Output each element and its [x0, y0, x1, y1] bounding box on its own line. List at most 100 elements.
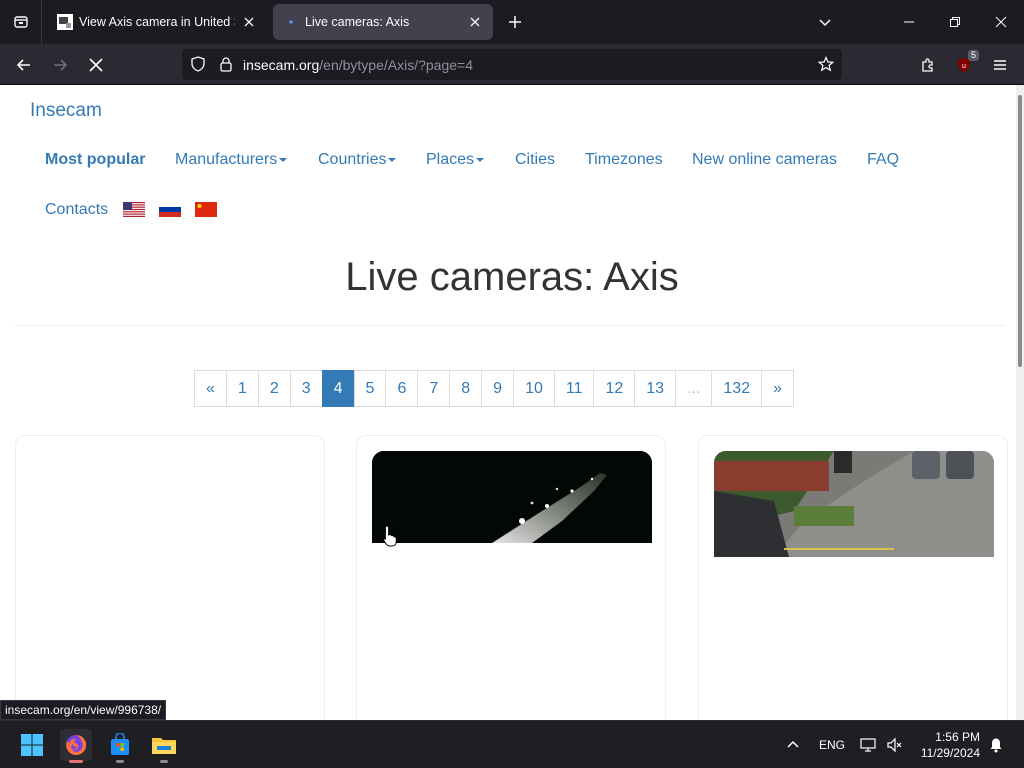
extensions-button[interactable] [913, 50, 943, 80]
list-all-tabs-button[interactable] [802, 0, 848, 44]
page-12[interactable]: 12 [593, 370, 636, 407]
windows-logo-icon [21, 734, 43, 756]
page-6[interactable]: 6 [385, 370, 419, 407]
caret-down-icon [388, 157, 397, 162]
camera-favicon-icon [57, 14, 73, 30]
page-1[interactable]: 1 [225, 370, 259, 407]
china-flag-icon[interactable] [195, 202, 217, 217]
input-language-indicator[interactable]: ENG [819, 729, 845, 761]
nav-new-online-cameras[interactable]: New online cameras [692, 151, 837, 169]
camera-card[interactable] [15, 435, 325, 720]
start-button[interactable] [16, 729, 48, 761]
nav-most-popular[interactable]: Most popular [45, 151, 145, 169]
pagination: « 1 2 3 4 5 6 7 8 9 10 11 12 13 ... 132 … [194, 370, 795, 407]
firefox-taskbar-button[interactable] [60, 729, 92, 763]
forward-button[interactable] [45, 50, 75, 80]
window-controls [802, 0, 1024, 44]
tab-live-cameras[interactable]: Live cameras: Axis [273, 4, 493, 40]
navigation-toolbar: insecam.org/en/bytype/Axis/?page=4 u 5 [0, 44, 1024, 85]
tab-axis-camera[interactable]: View Axis camera in United Stat [47, 4, 267, 40]
maximize-button[interactable] [932, 0, 978, 44]
page-2[interactable]: 2 [257, 370, 291, 407]
notification-bell-icon[interactable] [988, 729, 1004, 761]
system-clock[interactable]: 1:56 PM 11/29/2024 [921, 729, 980, 761]
nav-cities[interactable]: Cities [515, 151, 555, 169]
page-3[interactable]: 3 [289, 370, 323, 407]
page-4-current[interactable]: 4 [321, 370, 355, 407]
svg-text:u: u [962, 63, 966, 70]
page-11[interactable]: 11 [553, 370, 595, 407]
clock-time: 1:56 PM [935, 730, 980, 744]
firefox-view-icon [13, 16, 28, 28]
close-tab-icon[interactable] [241, 14, 257, 30]
clock-date: 11/29/2024 [920, 746, 980, 760]
nav-countries-dropdown[interactable]: Countries [318, 151, 397, 169]
tab-title: Live cameras: Axis [305, 15, 410, 29]
caret-down-icon [279, 157, 288, 162]
arrow-left-icon [16, 59, 30, 71]
page-scrollbar[interactable] [1016, 85, 1024, 720]
page-8[interactable]: 8 [449, 370, 483, 407]
caret-down-icon [476, 157, 485, 162]
firefox-view-button[interactable] [0, 0, 42, 44]
page-next[interactable]: » [761, 370, 795, 407]
arrow-right-icon [54, 59, 68, 71]
web-page: Insecam Most popular Manufacturers Count… [0, 85, 1016, 720]
page-5[interactable]: 5 [353, 370, 387, 407]
page-9[interactable]: 9 [481, 370, 515, 407]
file-explorer-taskbar-button[interactable] [148, 729, 180, 763]
camera-card[interactable] [356, 435, 666, 720]
stop-loading-button[interactable] [81, 50, 111, 80]
page-7[interactable]: 7 [417, 370, 451, 407]
volume-muted-icon[interactable] [886, 729, 904, 761]
puzzle-icon [922, 58, 933, 72]
nav-label: Countries [318, 151, 387, 168]
lock-icon[interactable] [216, 54, 236, 74]
camera-thumbnail-street-rain[interactable] [714, 451, 994, 557]
close-window-button[interactable] [978, 0, 1024, 44]
russia-flag-icon[interactable] [159, 202, 181, 217]
close-icon [89, 58, 103, 72]
network-icon[interactable] [860, 729, 878, 761]
hamburger-menu-icon [994, 60, 1006, 70]
nav-timezones[interactable]: Timezones [585, 151, 663, 169]
app-indicator [116, 760, 124, 763]
loading-icon [289, 20, 293, 24]
nav-faq[interactable]: FAQ [867, 151, 899, 169]
show-hidden-icons-button[interactable] [786, 729, 800, 761]
active-app-indicator [69, 760, 83, 763]
nav-label: Places [426, 151, 475, 168]
app-menu-button[interactable] [985, 50, 1015, 80]
nav-manufacturers-dropdown[interactable]: Manufacturers [175, 151, 288, 169]
camera-thumbnail-highway-night[interactable] [372, 451, 652, 543]
new-tab-button[interactable] [503, 10, 527, 34]
url-domain: insecam.org [243, 57, 320, 73]
minimize-button[interactable] [886, 0, 932, 44]
store-taskbar-button[interactable] [104, 729, 136, 763]
site-brand-link[interactable]: Insecam [30, 100, 102, 122]
page-10[interactable]: 10 [513, 370, 555, 407]
divider [15, 325, 1005, 326]
tab-bar: View Axis camera in United Stat Live cam… [0, 0, 1024, 44]
back-button[interactable] [9, 50, 39, 80]
page-132[interactable]: 132 [711, 370, 763, 407]
address-bar[interactable]: insecam.org/en/bytype/Axis/?page=4 [182, 49, 842, 80]
scrollbar-thumb[interactable] [1018, 95, 1022, 367]
nav-places-dropdown[interactable]: Places [426, 151, 485, 169]
nav-contacts[interactable]: Contacts [45, 201, 108, 219]
us-flag-icon[interactable] [123, 202, 145, 217]
close-icon [995, 16, 1007, 28]
page-13[interactable]: 13 [634, 370, 677, 407]
bookmark-star-icon[interactable] [816, 54, 836, 74]
camera-card[interactable] [698, 435, 1008, 720]
tracking-protection-shield-icon[interactable] [188, 54, 208, 74]
ublock-extension-button[interactable]: u 5 [949, 50, 979, 80]
extension-badge: 5 [967, 50, 979, 61]
firefox-icon [66, 734, 87, 755]
page-ellipsis: ... [675, 370, 713, 407]
page-prev[interactable]: « [194, 370, 227, 407]
app-indicator [160, 760, 168, 763]
page-title: Live cameras: Axis [345, 255, 679, 299]
close-tab-icon[interactable] [467, 14, 483, 30]
language-label: ENG [819, 738, 846, 752]
